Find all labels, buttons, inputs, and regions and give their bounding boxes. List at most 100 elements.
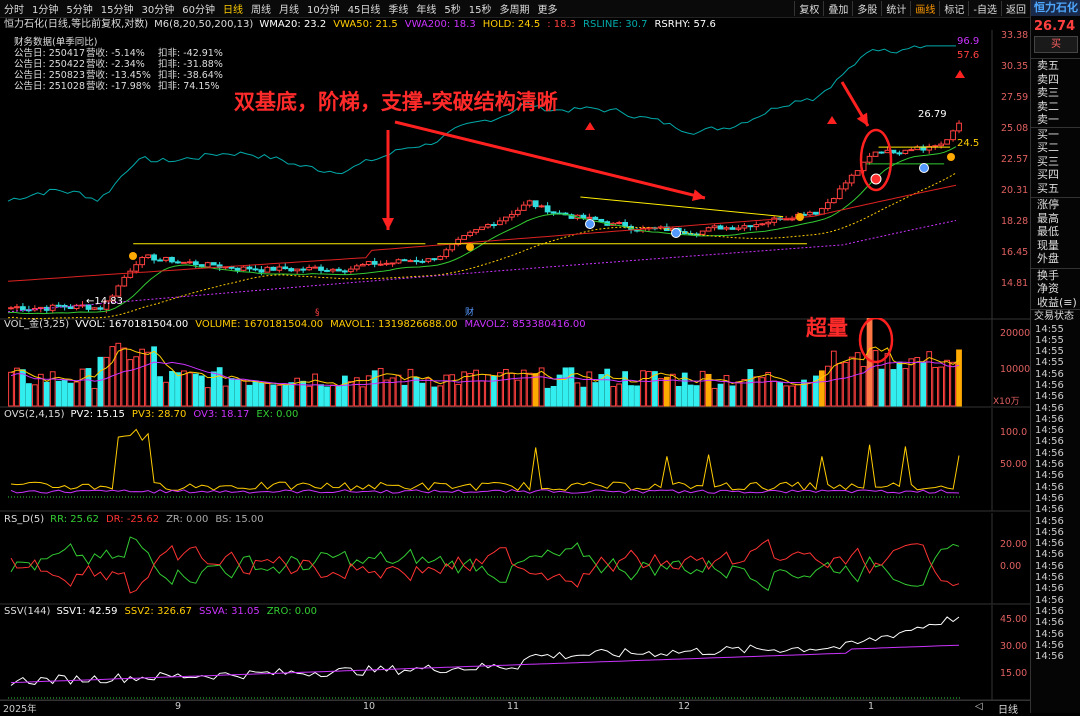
bid-list: 买一 买二 买三 买四 买五 bbox=[1031, 126, 1080, 196]
volume-bar bbox=[49, 371, 56, 407]
tool-button-2[interactable]: 多股 bbox=[852, 1, 881, 16]
stats2-list: 换手 净资 收益(≡) bbox=[1031, 267, 1080, 310]
volume-bar bbox=[848, 356, 855, 407]
period-tab-16[interactable]: 更多 bbox=[534, 1, 562, 16]
candle bbox=[20, 306, 26, 311]
period-label[interactable]: 日线 bbox=[998, 701, 1018, 716]
period-tab-0[interactable]: 分时 bbox=[0, 1, 28, 16]
period-tab-15[interactable]: 多周期 bbox=[496, 1, 534, 16]
volume-chart[interactable]: 20000 10000 X10万 bbox=[0, 318, 1030, 408]
tool-button-7[interactable]: 返回 bbox=[1001, 1, 1030, 16]
candle bbox=[270, 266, 277, 271]
candle bbox=[514, 209, 521, 215]
candle bbox=[520, 204, 527, 211]
ovs-chart[interactable]: 100.0 50.00 bbox=[0, 408, 1030, 512]
candle bbox=[783, 218, 789, 221]
trade-time: 14:56 bbox=[1035, 492, 1064, 504]
volume-bar bbox=[485, 374, 491, 407]
trade-time: 14:56 bbox=[1035, 639, 1064, 651]
candle bbox=[336, 268, 342, 272]
buy-button[interactable]: 买 bbox=[1034, 36, 1078, 53]
period-tab-3[interactable]: 15分钟 bbox=[97, 1, 138, 16]
period-tab-6[interactable]: 日线 bbox=[219, 1, 247, 16]
period-tab-10[interactable]: 45日线 bbox=[344, 1, 385, 16]
candle bbox=[294, 268, 301, 272]
volume-bar bbox=[717, 383, 724, 407]
trade-time: 14:56 bbox=[1035, 515, 1064, 527]
price-axis-label: 18.28 bbox=[1001, 216, 1029, 227]
triangle-marker bbox=[955, 70, 965, 78]
ssv-chart[interactable]: 45.00 30.00 15.00 bbox=[0, 605, 1030, 701]
volume-bar bbox=[920, 361, 927, 407]
volume-bar bbox=[878, 368, 885, 407]
volume-bar bbox=[902, 368, 909, 407]
candle bbox=[258, 269, 265, 273]
volume-bar bbox=[926, 351, 933, 407]
rsd-chart[interactable]: 20.00 0.00 bbox=[0, 513, 1030, 605]
candle bbox=[151, 254, 157, 261]
candle bbox=[723, 227, 730, 230]
candle bbox=[842, 182, 849, 190]
candle bbox=[383, 262, 390, 265]
volume-bar bbox=[783, 385, 789, 407]
candle bbox=[592, 216, 599, 220]
tool-button-6[interactable]: -自选 bbox=[968, 1, 1001, 16]
candle bbox=[932, 145, 939, 148]
trade-time: 14:56 bbox=[1035, 594, 1064, 606]
volume-bar bbox=[324, 386, 330, 407]
volume-bar bbox=[175, 372, 181, 407]
quote-row: 净资 bbox=[1037, 282, 1059, 295]
period-tab-12[interactable]: 年线 bbox=[412, 1, 440, 16]
price-axis-label: 14.81 bbox=[1001, 278, 1029, 289]
volume-bar bbox=[336, 386, 342, 407]
quote-row: 换手 bbox=[1037, 268, 1059, 282]
tool-button-4[interactable]: 画线 bbox=[910, 1, 939, 16]
period-tab-4[interactable]: 30分钟 bbox=[137, 1, 178, 16]
volume-bar bbox=[747, 369, 754, 407]
tool-button-5[interactable]: 标记 bbox=[939, 1, 968, 16]
tool-button-0[interactable]: 复权 bbox=[794, 1, 823, 16]
quote-row: 现量 bbox=[1037, 238, 1059, 252]
candle bbox=[532, 200, 539, 208]
candle bbox=[181, 261, 187, 264]
period-tab-14[interactable]: 15秒 bbox=[465, 1, 496, 16]
scroll-left-icon[interactable]: ◁ bbox=[975, 701, 983, 712]
period-tab-8[interactable]: 月线 bbox=[275, 1, 303, 16]
period-tab-1[interactable]: 1分钟 bbox=[28, 1, 62, 16]
period-tab-9[interactable]: 10分钟 bbox=[303, 1, 344, 16]
price-chart[interactable]: 26.79 24.5 ←14.83 96.9 57.6 § 财 bbox=[0, 30, 1030, 320]
trade-time: 14:56 bbox=[1035, 470, 1064, 482]
period-tab-13[interactable]: 5秒 bbox=[440, 1, 464, 16]
tool-button-3[interactable]: 统计 bbox=[881, 1, 910, 16]
period-tab-5[interactable]: 60分钟 bbox=[178, 1, 219, 16]
volume-bar bbox=[371, 370, 378, 407]
price-axis-label: 25.08 bbox=[1001, 123, 1029, 134]
volume-bar bbox=[908, 358, 915, 407]
volume-bar bbox=[252, 380, 259, 407]
volume-bar bbox=[216, 367, 223, 407]
period-tab-7[interactable]: 周线 bbox=[247, 1, 275, 16]
period-tab-11[interactable]: 季线 bbox=[384, 1, 412, 16]
candle bbox=[908, 149, 915, 152]
candle bbox=[264, 266, 271, 273]
candle bbox=[705, 227, 712, 232]
tool-button-1[interactable]: 叠加 bbox=[823, 1, 852, 16]
hold-signal-icon bbox=[466, 243, 474, 251]
volume-bar bbox=[222, 385, 229, 407]
candle bbox=[836, 188, 843, 200]
price-axis-label: 22.57 bbox=[1001, 154, 1029, 165]
candle bbox=[55, 304, 62, 307]
candle bbox=[789, 218, 795, 221]
candle bbox=[169, 256, 175, 263]
volume-bar bbox=[20, 369, 26, 407]
period-tab-2[interactable]: 5分钟 bbox=[62, 1, 96, 16]
volume-bar bbox=[795, 384, 801, 407]
volume-bar bbox=[562, 367, 569, 407]
volume-bar bbox=[652, 371, 658, 407]
hold-signal-icon bbox=[947, 153, 955, 161]
volume-bar bbox=[455, 383, 462, 407]
volume-bar bbox=[663, 376, 670, 407]
quote-row: 卖一 bbox=[1037, 113, 1059, 126]
trade-status-title: 交易状态 bbox=[1031, 309, 1080, 324]
low-price-label: ←14.83 bbox=[86, 296, 123, 307]
